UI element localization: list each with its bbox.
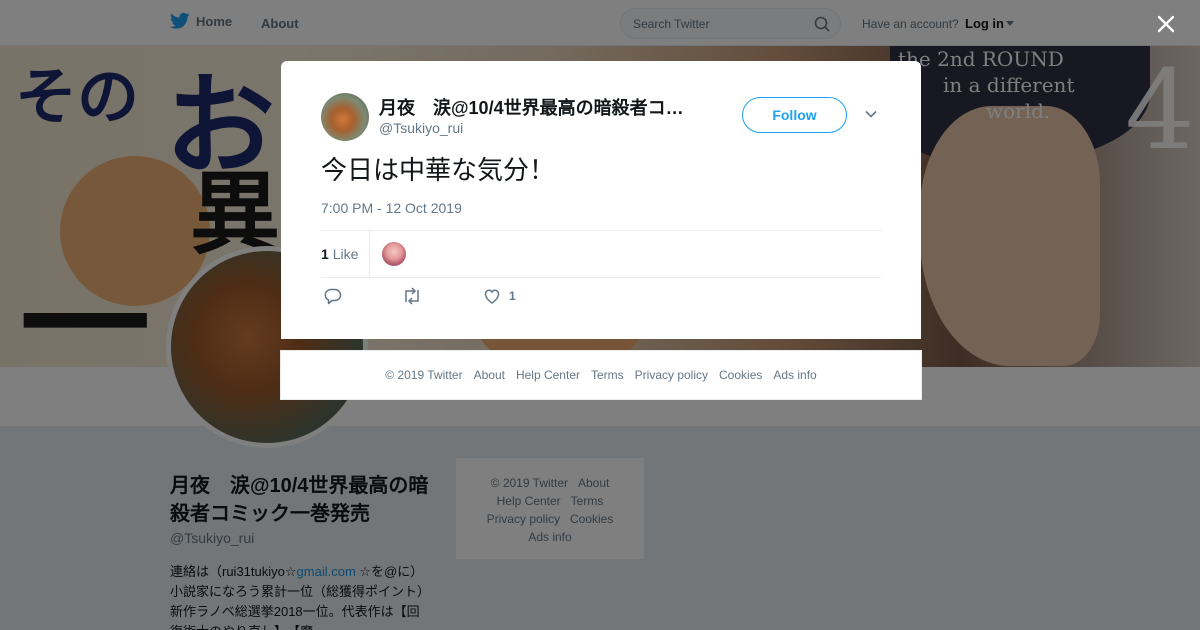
footer-link-ads-info[interactable]: Ads info — [773, 368, 816, 382]
like-button[interactable]: 1 — [483, 287, 516, 305]
retweet-icon — [405, 287, 419, 305]
tweet-text: 今日は中華な気分！ — [321, 155, 556, 185]
tweet-timestamp[interactable]: 7:00 PM - 12 Oct 2019 — [321, 200, 462, 216]
footer-copyright: © 2019 Twitter — [385, 368, 463, 382]
heart-icon — [484, 289, 500, 304]
follow-button[interactable]: Follow — [742, 97, 847, 133]
close-icon[interactable] — [1152, 10, 1180, 38]
footer-link-help-center[interactable]: Help Center — [516, 368, 580, 382]
reply-icon — [324, 288, 342, 305]
retweet-button[interactable] — [402, 287, 422, 305]
footer-link-privacy[interactable]: Privacy policy — [635, 368, 708, 382]
reply-button[interactable] — [324, 287, 342, 305]
like-action-count: 1 — [509, 289, 516, 303]
footer-link-cookies[interactable]: Cookies — [719, 368, 762, 382]
footer-link-terms[interactable]: Terms — [591, 368, 624, 382]
footer-link-about[interactable]: About — [474, 368, 505, 382]
modal-footer: © 2019 Twitter About Help Center Terms P… — [280, 350, 922, 400]
chevron-down-icon[interactable] — [864, 107, 878, 121]
likes-stat-label: Like — [332, 246, 359, 262]
likes-stat[interactable]: 1 Like — [321, 246, 358, 262]
tweet-author-avatar[interactable] — [321, 93, 369, 141]
tweet-stats: 1 Like — [321, 230, 881, 278]
liker-avatar[interactable] — [382, 242, 406, 266]
likes-stat-count: 1 — [321, 246, 329, 262]
tweet-modal: 月夜 涙@10/4世界最高の暗殺者コ… @Tsukiyo_rui Follow … — [281, 61, 921, 339]
tweet-author-handle[interactable]: @Tsukiyo_rui — [379, 120, 463, 136]
tweet-author-name[interactable]: 月夜 涙@10/4世界最高の暗殺者コ… — [379, 94, 689, 120]
